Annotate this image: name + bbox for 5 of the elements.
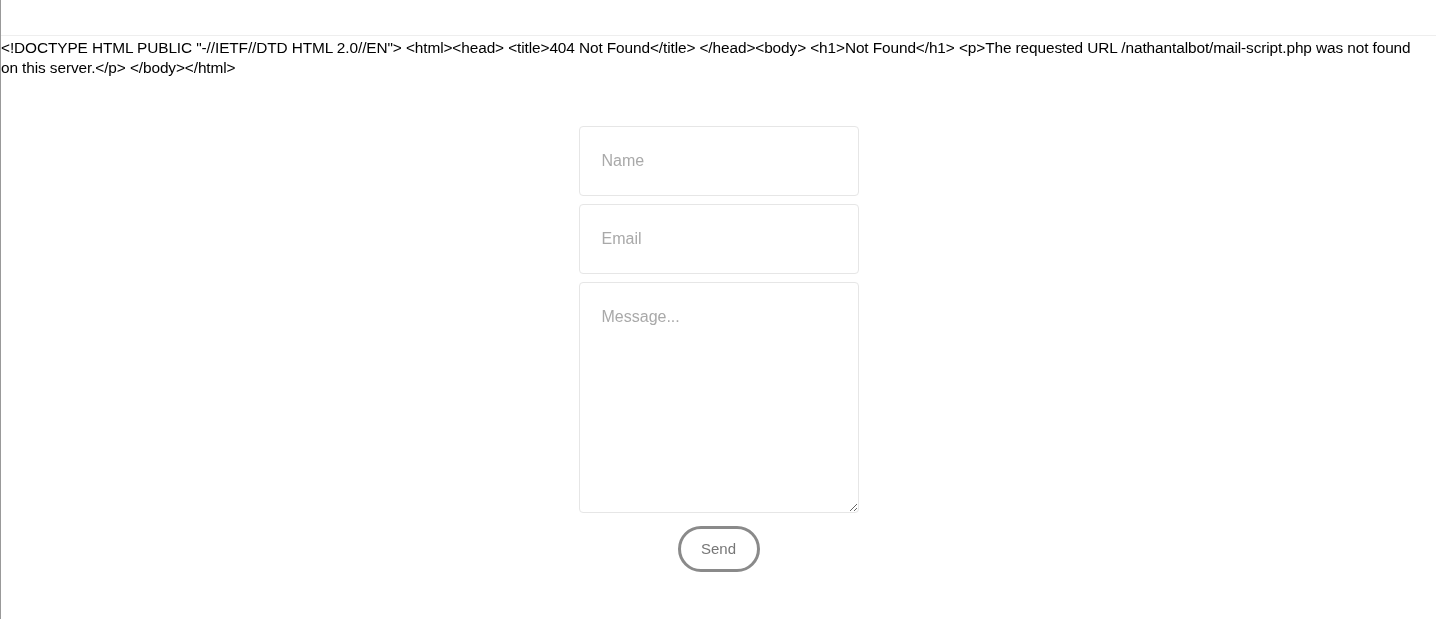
- error-message: <!DOCTYPE HTML PUBLIC "-//IETF//DTD HTML 2.0//EN"> <html><head> <title>404 Not Found</title> </head><body> <h1>Not Found</h1> <p>The requested URL /nathantalbot/mail-script.php was not found on this server.</p> </body></html>: [1, 38, 1412, 78]
- text-field[interactable]: Name: [578, 126, 859, 196]
- message-field[interactable]: Message...: [578, 282, 859, 513]
- send-button[interactable]: Send: [677, 526, 760, 572]
- text-field[interactable]: Email: [578, 204, 859, 274]
